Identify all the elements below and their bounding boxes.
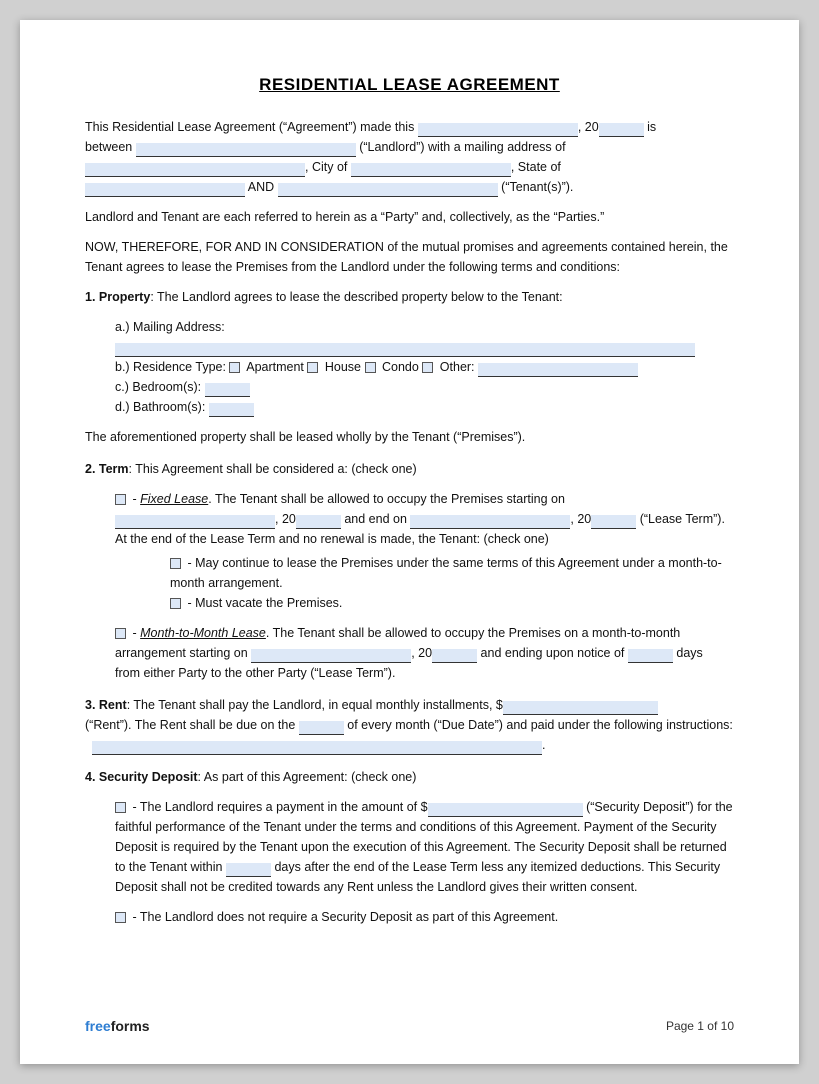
fixed-lease-options: - May continue to lease the Premises und… [115, 553, 734, 613]
section1-item-a: a.) Mailing Address: [115, 317, 734, 357]
security-days-field[interactable] [226, 863, 271, 877]
section1-item-b: b.) Residence Type: Apartment House Cond… [115, 357, 734, 377]
brand-logo: freeforms [85, 1018, 150, 1034]
bedrooms-field[interactable] [205, 383, 250, 397]
date-field[interactable] [418, 123, 578, 137]
rent-amount-field[interactable] [503, 701, 658, 715]
document-title: RESIDENTIAL LEASE AGREEMENT [85, 75, 734, 95]
payment-instructions-field[interactable] [92, 741, 542, 755]
document-footer: freeforms Page 1 of 10 [85, 1018, 734, 1034]
fixed-end-year[interactable] [591, 515, 636, 529]
month-lease-label: Month-to-Month Lease [140, 626, 266, 640]
security-deposit-amount[interactable] [428, 803, 583, 817]
section4: 4. Security Deposit: As part of this Agr… [85, 767, 734, 927]
section1-items: a.) Mailing Address: b.) Residence Type:… [85, 317, 734, 417]
month-lease-block: - Month-to-Month Lease. The Tenant shall… [85, 623, 734, 683]
month-start-year[interactable] [432, 649, 477, 663]
fixed-option2-checkbox[interactable] [170, 598, 181, 609]
month-start-field[interactable] [251, 649, 411, 663]
year-field[interactable] [599, 123, 644, 137]
tenant-name-field[interactable] [278, 183, 498, 197]
now-therefore-paragraph: NOW, THEREFORE, FOR AND IN CONSIDERATION… [85, 237, 734, 277]
page-number: Page 1 of 10 [666, 1019, 734, 1033]
fixed-lease-label: Fixed Lease [140, 492, 208, 506]
month-lease-checkbox[interactable] [115, 628, 126, 639]
intro-paragraph: This Residential Lease Agreement (“Agree… [85, 117, 734, 197]
fixed-end-field[interactable] [410, 515, 570, 529]
condo-checkbox[interactable] [365, 362, 376, 373]
fixed-option1-checkbox[interactable] [170, 558, 181, 569]
fixed-option1-line: - May continue to lease the Premises und… [170, 553, 734, 593]
house-checkbox[interactable] [307, 362, 318, 373]
fixed-start-year[interactable] [296, 515, 341, 529]
parties-paragraph: Landlord and Tenant are each referred to… [85, 207, 734, 227]
section1: 1. Property: The Landlord agrees to leas… [85, 287, 734, 447]
section2-heading-line: 2. Term: This Agreement shall be conside… [85, 459, 734, 479]
state-field[interactable] [85, 183, 245, 197]
fixed-start-field[interactable] [115, 515, 275, 529]
fixed-lease-checkbox[interactable] [115, 494, 126, 505]
section1-item-d: d.) Bathroom(s): [115, 397, 734, 417]
city-field[interactable] [351, 163, 511, 177]
section3-heading-line: 3. Rent: The Tenant shall pay the Landlo… [85, 695, 734, 755]
intro-line1: This Residential Lease Agreement (“Agree… [85, 120, 414, 134]
section2: 2. Term: This Agreement shall be conside… [85, 459, 734, 683]
no-security-deposit-checkbox[interactable] [115, 912, 126, 923]
other-checkbox[interactable] [422, 362, 433, 373]
security-deposit-checkbox[interactable] [115, 802, 126, 813]
due-date-field[interactable] [299, 721, 344, 735]
document-page: RESIDENTIAL LEASE AGREEMENT This Residen… [20, 20, 799, 1064]
section3: 3. Rent: The Tenant shall pay the Landlo… [85, 695, 734, 755]
mailing-address-input[interactable] [115, 343, 695, 357]
section1-footer: The aforementioned property shall be lea… [85, 427, 734, 447]
month-days-field[interactable] [628, 649, 673, 663]
fixed-lease-block: - Fixed Lease. The Tenant shall be allow… [85, 489, 734, 613]
landlord-name-field[interactable] [136, 143, 356, 157]
other-type-field[interactable] [478, 363, 638, 377]
fixed-option2-line: - Must vacate the Premises. [170, 593, 734, 613]
section4-heading-line: 4. Security Deposit: As part of this Agr… [85, 767, 734, 787]
brand-forms: forms [111, 1018, 150, 1034]
apartment-checkbox[interactable] [229, 362, 240, 373]
mailing-address-field[interactable] [85, 163, 305, 177]
brand-free: free [85, 1018, 111, 1034]
section1-item-c: c.) Bedroom(s): [115, 377, 734, 397]
section4-option1: - The Landlord requires a payment in the… [85, 797, 734, 897]
section1-heading-line: 1. Property: The Landlord agrees to leas… [85, 287, 734, 307]
bathrooms-field[interactable] [209, 403, 254, 417]
section4-option2: - The Landlord does not require a Securi… [85, 907, 734, 927]
